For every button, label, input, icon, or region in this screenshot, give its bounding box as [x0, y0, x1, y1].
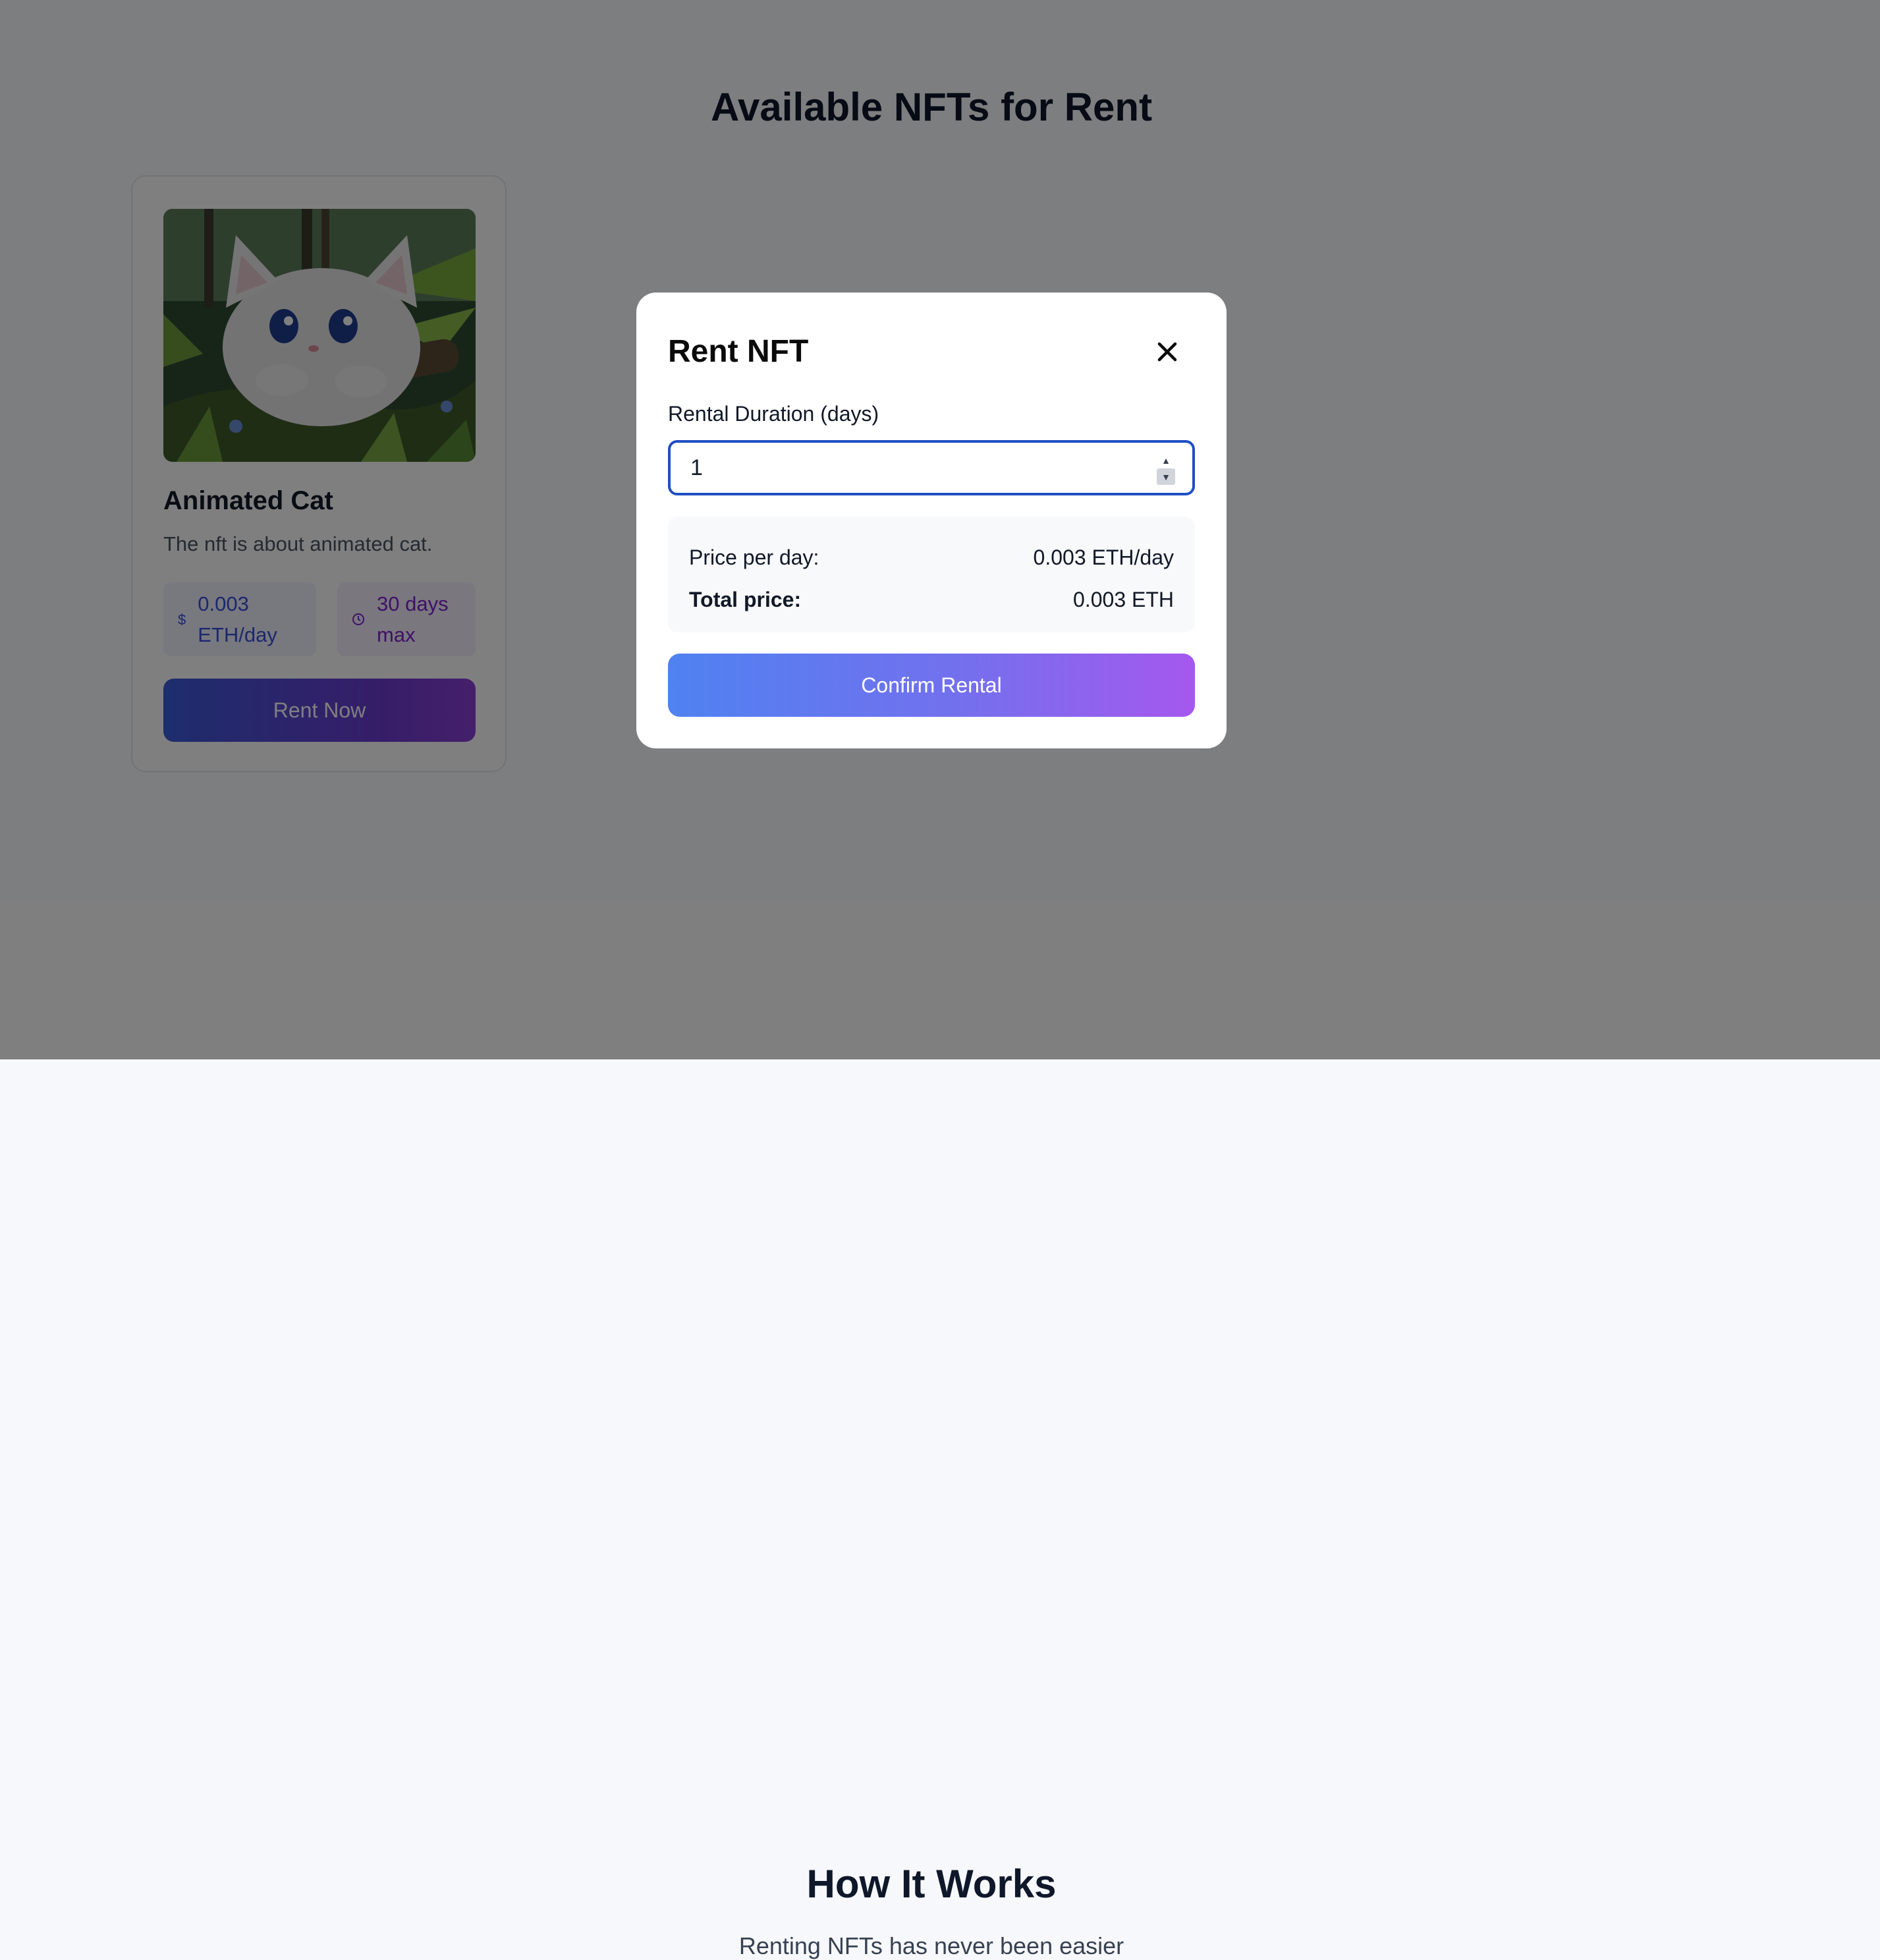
total-price-row: Total price: 0.003 ETH	[689, 588, 1174, 612]
stepper-up-icon[interactable]: ▲	[1157, 452, 1175, 468]
rent-nft-modal: Rent NFT Rental Duration (days) ▲ ▼ Pric…	[636, 293, 1227, 748]
total-price-label: Total price:	[689, 588, 802, 611]
duration-stepper[interactable]: ▲ ▼	[1157, 452, 1175, 485]
duration-label: Rental Duration (days)	[668, 402, 879, 426]
price-per-day-row: Price per day: 0.003 ETH/day	[689, 546, 1174, 570]
how-it-works-subtitle: Renting NFTs has never been easier	[738, 1932, 1124, 1959]
modal-title: Rent NFT	[668, 334, 809, 369]
close-icon	[1157, 342, 1177, 362]
price-per-day-value: 0.003 ETH/day	[1033, 546, 1174, 569]
confirm-rental-button[interactable]: Confirm Rental	[668, 654, 1195, 717]
price-summary: Price per day: 0.003 ETH/day Total price…	[668, 517, 1195, 632]
stepper-down-icon[interactable]: ▼	[1157, 468, 1175, 485]
how-it-works-title: How It Works	[806, 1862, 1057, 1906]
price-per-day-label: Price per day:	[689, 546, 819, 569]
close-modal-button[interactable]	[1147, 332, 1187, 372]
duration-input[interactable]	[690, 443, 1138, 493]
duration-field[interactable]: ▲ ▼	[668, 440, 1195, 495]
total-price-value: 0.003 ETH	[1073, 588, 1174, 611]
